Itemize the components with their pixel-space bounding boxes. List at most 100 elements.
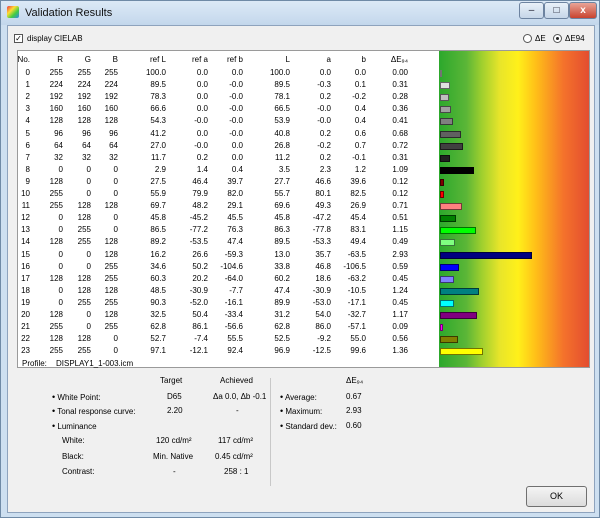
bullet-icon: •	[52, 392, 56, 402]
black-achieved: 0.45 cd/m²	[215, 452, 253, 461]
table-cell: 128	[104, 310, 118, 319]
column-header[interactable]: ref b	[193, 55, 243, 64]
display-cielab-checkbox[interactable]: ✓	[14, 34, 23, 43]
table-cell: 96	[109, 128, 118, 138]
app-icon	[7, 6, 19, 18]
table-cell: -0.0	[229, 104, 243, 114]
ok-button[interactable]: OK	[526, 486, 587, 507]
radio-delta-e94[interactable]	[553, 34, 562, 43]
delta-e-bar	[440, 336, 458, 344]
delta-e-bar	[440, 142, 463, 150]
delta-e-bar	[440, 106, 452, 114]
table-cell: -0.0	[229, 92, 243, 102]
bullet-icon: •	[280, 421, 284, 431]
delta-e-bar	[440, 191, 444, 198]
table-cell: 0.00	[392, 68, 408, 77]
table-cell: 82.0	[227, 189, 243, 198]
table-cell: -0.0	[229, 128, 243, 138]
table-cell: -0.0	[229, 116, 243, 126]
title-bar: Validation Results – □ x	[1, 1, 599, 25]
table-cell: 1.24	[392, 285, 408, 295]
radio-delta-e-label[interactable]: ΔE	[535, 34, 546, 43]
white-point-label-text: White Point:	[57, 393, 101, 402]
table-cell: 2.93	[392, 249, 408, 259]
radio-delta-e[interactable]	[523, 34, 532, 43]
contrast-label: Contrast:	[62, 467, 95, 476]
table-cell: -64.0	[224, 273, 243, 283]
black-target: Min. Native	[153, 452, 194, 461]
table-cell: 64	[109, 140, 118, 150]
table-cell: 255	[104, 322, 118, 332]
display-cielab-label[interactable]: display CIELAB	[27, 34, 83, 43]
table-cell: 0	[113, 189, 118, 198]
maximize-button[interactable]: □	[544, 2, 569, 19]
delta-e-bar	[440, 275, 455, 283]
table-cell: 160	[104, 104, 118, 114]
contrast-target: -	[173, 467, 176, 476]
table-cell: 0.59	[392, 261, 408, 271]
maximum-label: • Maximum:	[280, 406, 322, 416]
table-cell: 76.3	[227, 225, 243, 235]
table-cell: 39.7	[227, 176, 243, 186]
table-cell: 0	[113, 334, 118, 344]
delta-e-bar	[440, 239, 456, 247]
stats-header: ΔE₉₄	[346, 376, 364, 385]
table-cell: 0.12	[392, 189, 408, 198]
maximum-value: 2.93	[346, 406, 362, 415]
table-cell: 0	[113, 176, 118, 186]
table-cell: 255	[104, 261, 118, 271]
profile-label: Profile:	[22, 359, 47, 368]
stddev-label-text: Standard dev.:	[285, 422, 337, 431]
table-cell: 0.4	[231, 164, 243, 174]
table-cell: 128	[104, 237, 118, 247]
table-cell: -104.6	[220, 261, 243, 271]
table-cell: 0.09	[392, 322, 408, 332]
radio-delta-e94-label[interactable]: ΔE94	[565, 34, 585, 43]
table-cell: 0.36	[392, 104, 408, 114]
white-label: White:	[62, 436, 85, 445]
table-cell: 1.36	[392, 346, 408, 356]
delta-e-bar	[440, 130, 462, 138]
luminance-label-text: Luminance	[57, 422, 97, 431]
average-value: 0.67	[346, 392, 362, 401]
table-cell: 0	[113, 225, 118, 235]
table-cell: 0.0	[231, 152, 243, 162]
minimize-button[interactable]: –	[519, 2, 544, 19]
white-target: 120 cd/m²	[156, 436, 192, 445]
delta-e-bar	[440, 324, 443, 332]
table-cell: 0.12	[392, 176, 408, 186]
table-cell: 0	[113, 164, 118, 174]
column-header[interactable]: B	[68, 55, 118, 64]
average-label: • Average:	[280, 392, 317, 402]
table-cell: 0.28	[392, 92, 408, 102]
column-header[interactable]: ΔE₉₄	[358, 55, 408, 64]
table-cell: 0.31	[392, 80, 408, 90]
table-cell: 32	[109, 152, 118, 162]
table-cell: 255	[104, 273, 118, 283]
delta-e-bar	[440, 70, 442, 77]
bullet-icon: •	[52, 421, 56, 431]
trc-label: • Tonal response curve:	[52, 406, 136, 416]
table-cell: 55.5	[227, 334, 243, 344]
delta-e-bar	[440, 312, 477, 319]
delta-e-bar	[440, 178, 444, 186]
table-cell: -59.3	[224, 249, 243, 259]
table-cell: 0.72	[392, 140, 408, 150]
table-cell: 0.0	[231, 68, 243, 77]
table-cell: 128	[104, 201, 118, 211]
results-table[interactable]: No. R G Bref Lref a ref b La b ΔE₉₄ 0 255 255 255 10…	[17, 50, 590, 368]
white-achieved: 117 cd/m²	[218, 436, 253, 445]
delta-e-bar	[440, 251, 532, 259]
table-cell: 0.68	[392, 128, 408, 138]
table-cell: 0.45	[392, 297, 408, 307]
stddev-value: 0.60	[346, 421, 362, 430]
table-cell: 0.51	[392, 213, 408, 223]
table-cell: 29.1	[227, 201, 243, 211]
delta-e-bar	[440, 287, 479, 295]
close-button[interactable]: x	[569, 2, 597, 19]
table-cell: 0.71	[392, 201, 408, 211]
table-cell: 0.45	[392, 273, 408, 283]
delta-e-bar	[440, 166, 475, 174]
info-divider	[270, 378, 271, 486]
table-cell: 255	[104, 297, 118, 307]
